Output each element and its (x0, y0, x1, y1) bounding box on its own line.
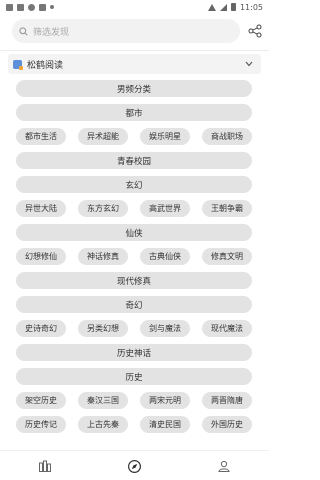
category-chip[interactable]: 剑与魔法 (140, 320, 190, 337)
source-logo-icon (13, 59, 23, 70)
category-header-male[interactable]: 男频分类 (16, 80, 252, 97)
category-chip[interactable]: 秦汉三国 (78, 392, 128, 409)
category-chip[interactable]: 史诗奇幻 (16, 320, 66, 337)
category-chip[interactable]: 娱乐明星 (140, 128, 190, 145)
category-chip[interactable]: 架空历史 (16, 392, 66, 409)
category-chip[interactable]: 高武世界 (140, 200, 190, 217)
status-time: 11:05 (239, 2, 263, 12)
category-group-2[interactable]: 玄幻 (16, 176, 252, 193)
category-chip[interactable]: 两晋隋唐 (202, 392, 252, 409)
nav-bookshelf-button[interactable] (37, 458, 53, 474)
category-chip[interactable]: 修真文明 (202, 248, 252, 265)
bookshelf-icon (39, 460, 51, 472)
share-nodes-icon[interactable] (248, 24, 262, 38)
chevron-down-icon (245, 61, 253, 67)
category-group-3[interactable]: 仙侠 (16, 224, 252, 241)
signal-icon (219, 3, 227, 11)
category-group-0[interactable]: 都市 (16, 104, 252, 121)
search-placeholder: 筛选发现 (33, 27, 70, 38)
category-chip[interactable]: 现代魔法 (202, 320, 252, 337)
message-icon (17, 3, 24, 11)
category-chip[interactable]: 两宋元明 (140, 392, 190, 409)
source-selector[interactable]: 松鹤阅读 (8, 54, 261, 74)
category-chip[interactable]: 神话修真 (78, 248, 128, 265)
shield-icon (28, 3, 35, 11)
mail-icon (6, 3, 13, 11)
nav-profile-button[interactable] (216, 458, 232, 474)
search-icon (19, 26, 28, 36)
category-list[interactable]: 男频分类都市都市生活 异术超能 娱乐明星 商战职场青春校园玄幻异世大陆 东方玄幻 高武世界… (0, 78, 269, 450)
category-group-7[interactable]: 历史 (16, 368, 252, 385)
category-chip[interactable]: 上古先秦 (78, 416, 128, 433)
category-chip[interactable]: 外国历史 (202, 416, 252, 433)
category-group-5[interactable]: 奇幻 (16, 296, 252, 313)
source-name: 松鹤阅读 (27, 60, 64, 71)
category-group-4[interactable]: 现代修真 (16, 272, 252, 289)
category-chip[interactable]: 异世大陆 (16, 200, 66, 217)
bottom-navigation (0, 450, 269, 480)
category-chip[interactable]: 都市生活 (16, 128, 66, 145)
wifi-icon (207, 3, 216, 11)
category-chip[interactable]: 王朝争霸 (202, 200, 252, 217)
category-chip[interactable]: 古典仙侠 (140, 248, 190, 265)
clipboard-icon (39, 3, 46, 11)
category-chip[interactable]: 东方玄幻 (78, 200, 128, 217)
search-input[interactable]: 筛选发现 (12, 19, 240, 43)
divider (0, 50, 269, 51)
category-chip[interactable]: 历史传记 (16, 416, 66, 433)
notification-icons (6, 3, 54, 11)
compass-icon (127, 459, 141, 473)
category-chip[interactable]: 商战职场 (202, 128, 252, 145)
category-group-1[interactable]: 青春校园 (16, 152, 252, 169)
top-bar: 筛选发现 (0, 18, 269, 44)
nav-explore-button[interactable] (126, 458, 142, 474)
category-chip[interactable]: 另类幻想 (78, 320, 128, 337)
category-chip[interactable]: 异术超能 (78, 128, 128, 145)
battery-icon (230, 3, 236, 11)
user-icon (218, 460, 230, 472)
category-chip[interactable]: 清史民国 (140, 416, 190, 433)
category-chip[interactable]: 幻想修仙 (16, 248, 66, 265)
category-group-6[interactable]: 历史神话 (16, 344, 252, 361)
dot-icon (50, 5, 54, 9)
status-bar: 11:05 (0, 0, 269, 14)
